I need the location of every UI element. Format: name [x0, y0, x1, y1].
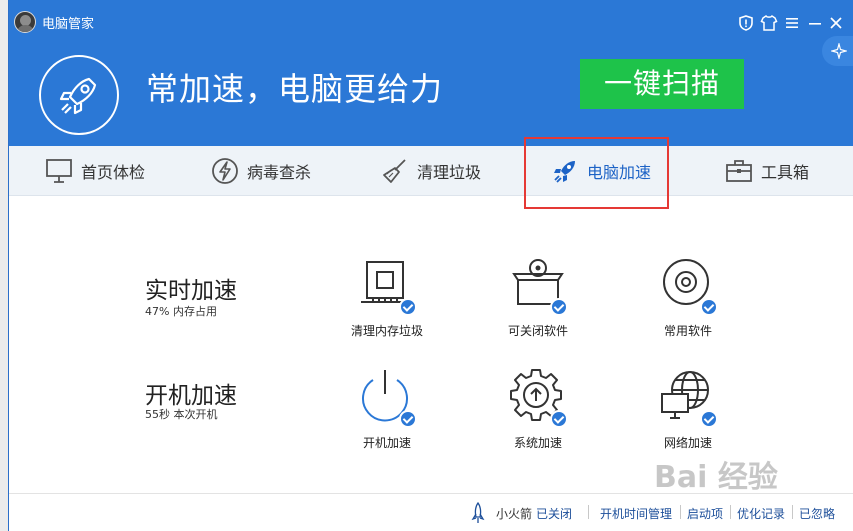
- header-banner: 电脑管家 常加速，电脑更给力 一键扫描: [9, 0, 853, 146]
- sparkle-icon: [831, 43, 847, 59]
- app-title: 电脑管家: [42, 17, 95, 32]
- tab-label: 工具箱: [761, 163, 810, 182]
- memory-usage-text: 47% 内存占用: [145, 305, 217, 318]
- footer-bar: 小火箭 已关闭 开机时间管理 启动项 优化记录 已忽略: [9, 493, 853, 531]
- tab-label: 首页体检: [81, 163, 146, 182]
- lightning-icon: [212, 158, 238, 184]
- user-avatar[interactable]: [14, 11, 36, 33]
- one-click-scan-button[interactable]: 一键扫描: [580, 59, 744, 109]
- menu-icon[interactable]: [783, 14, 801, 32]
- rocket-label: 小火箭: [496, 507, 533, 521]
- close-icon[interactable]: [827, 14, 845, 32]
- boot-speedup-title: 开机加速: [145, 383, 237, 409]
- highlight-box: [524, 137, 669, 209]
- tab-toolbox[interactable]: 工具箱: [725, 146, 809, 196]
- tool-boot-speedup[interactable]: 开机加速: [332, 368, 442, 451]
- checked-badge-icon: [399, 410, 417, 428]
- divider: [680, 505, 681, 519]
- tool-label: 可关闭软件: [507, 324, 568, 338]
- hero-rocket-badge: [39, 55, 119, 135]
- realtime-speedup-title: 实时加速: [145, 278, 237, 304]
- broom-icon: [383, 159, 406, 183]
- tool-label: 清理内存垃圾: [350, 324, 423, 338]
- tab-label: 病毒查杀: [247, 163, 312, 182]
- tool-system-speedup[interactable]: 系统加速: [483, 368, 593, 451]
- tool-label: 常用软件: [663, 324, 712, 338]
- monitor-icon: [46, 159, 72, 183]
- skin-shirt-icon[interactable]: [760, 14, 778, 32]
- tool-label: 开机加速: [362, 436, 411, 450]
- boot-time-link[interactable]: 开机时间管理: [600, 505, 672, 522]
- tool-label: 网络加速: [663, 436, 712, 450]
- tool-clean-memory[interactable]: 清理内存垃圾: [332, 256, 442, 339]
- divider: [730, 505, 731, 519]
- tool-network-speedup[interactable]: 网络加速: [633, 368, 743, 451]
- checked-badge-icon: [399, 298, 417, 316]
- toolbox-icon: [726, 160, 752, 182]
- sparkle-tab[interactable]: [822, 36, 853, 66]
- divider: [792, 505, 793, 519]
- tab-home-checkup[interactable]: 首页体检: [45, 146, 145, 196]
- tool-label: 系统加速: [513, 436, 562, 450]
- checked-badge-icon: [700, 298, 718, 316]
- checked-badge-icon: [550, 298, 568, 316]
- startup-items-link[interactable]: 启动项: [687, 505, 723, 522]
- boot-time-text: 55秒 本次开机: [145, 408, 218, 421]
- tool-common-software[interactable]: 常用软件: [633, 256, 743, 339]
- rocket-icon: [59, 77, 97, 115]
- slogan: 常加速，电脑更给力: [146, 70, 444, 108]
- tab-virus-scan[interactable]: 病毒查杀: [211, 146, 311, 196]
- watermark: Bai 经验: [654, 460, 778, 495]
- main-nav: 首页体检 病毒查杀 清理垃圾 电脑加速 工具箱: [9, 146, 853, 196]
- minimize-icon[interactable]: [806, 14, 824, 32]
- app-window: 电脑管家 常加速，电脑更给力 一键扫描 首页体检 病毒查杀 清理垃圾 电脑加速 …: [8, 0, 853, 531]
- divider: [588, 505, 589, 519]
- title-bar: 电脑管家: [9, 0, 853, 46]
- tab-clean-junk[interactable]: 清理垃圾: [381, 146, 481, 196]
- checked-badge-icon: [550, 410, 568, 428]
- optimize-log-link[interactable]: 优化记录: [737, 505, 785, 522]
- shield-icon[interactable]: [737, 14, 755, 32]
- checked-badge-icon: [700, 410, 718, 428]
- ignored-link[interactable]: 已忽略: [799, 505, 835, 522]
- small-rocket-icon: [471, 502, 485, 523]
- tab-label: 清理垃圾: [417, 163, 482, 182]
- rocket-status-link[interactable]: 已关闭: [536, 505, 572, 522]
- tool-closable-software[interactable]: 可关闭软件: [483, 256, 593, 339]
